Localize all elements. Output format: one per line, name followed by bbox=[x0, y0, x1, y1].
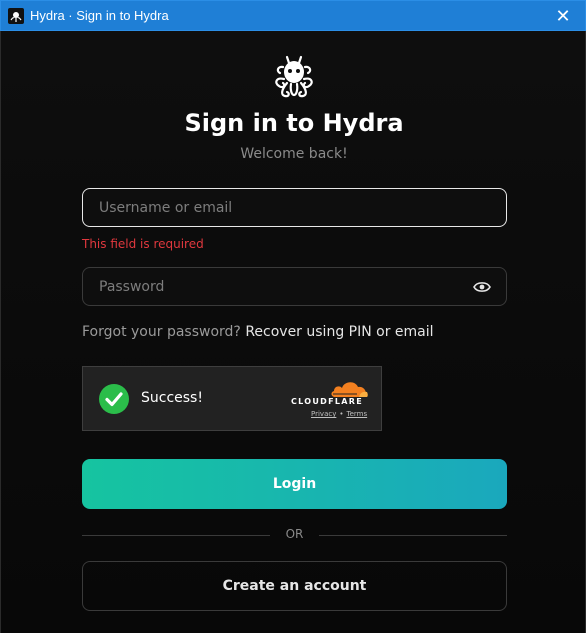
window-titlebar: Hydra · Sign in to Hydra ✕ bbox=[0, 0, 586, 31]
terms-link[interactable]: Terms bbox=[347, 410, 368, 418]
forgot-password-row: Forgot your password? Recover using PIN … bbox=[82, 324, 434, 340]
username-error: This field is required bbox=[82, 237, 204, 251]
cloudflare-wordmark: CLOUDFLARE bbox=[291, 397, 363, 406]
hydra-logo-icon bbox=[270, 53, 318, 99]
username-input[interactable] bbox=[83, 199, 506, 216]
create-account-button[interactable]: Create an account bbox=[82, 561, 507, 611]
page-subtitle: Welcome back! bbox=[240, 146, 348, 162]
captcha-status: Success! bbox=[141, 390, 203, 406]
login-button[interactable]: Login bbox=[82, 459, 507, 509]
page-title: Sign in to Hydra bbox=[184, 109, 404, 137]
sign-in-panel: Sign in to Hydra Welcome back! This fiel… bbox=[0, 31, 586, 633]
captcha-links: Privacy • Terms bbox=[311, 410, 367, 418]
window-title: Hydra · Sign in to Hydra bbox=[30, 8, 169, 23]
links-separator: • bbox=[339, 410, 344, 418]
username-field[interactable] bbox=[82, 188, 507, 227]
forgot-password-label: Forgot your password? bbox=[82, 324, 241, 340]
password-input[interactable] bbox=[83, 278, 470, 295]
privacy-link[interactable]: Privacy bbox=[311, 410, 336, 418]
check-circle-icon bbox=[99, 384, 129, 414]
close-icon[interactable]: ✕ bbox=[541, 1, 585, 31]
password-field[interactable] bbox=[82, 267, 507, 306]
cloudflare-cloud-icon bbox=[329, 377, 369, 399]
hydra-app-icon bbox=[8, 7, 24, 24]
or-divider: OR bbox=[82, 527, 507, 543]
recover-password-link[interactable]: Recover using PIN or email bbox=[245, 324, 433, 340]
eye-icon[interactable] bbox=[470, 275, 494, 299]
or-label: OR bbox=[285, 527, 304, 541]
cloudflare-captcha[interactable]: Success! CLOUDFLARE Privacy • Terms bbox=[82, 366, 382, 431]
